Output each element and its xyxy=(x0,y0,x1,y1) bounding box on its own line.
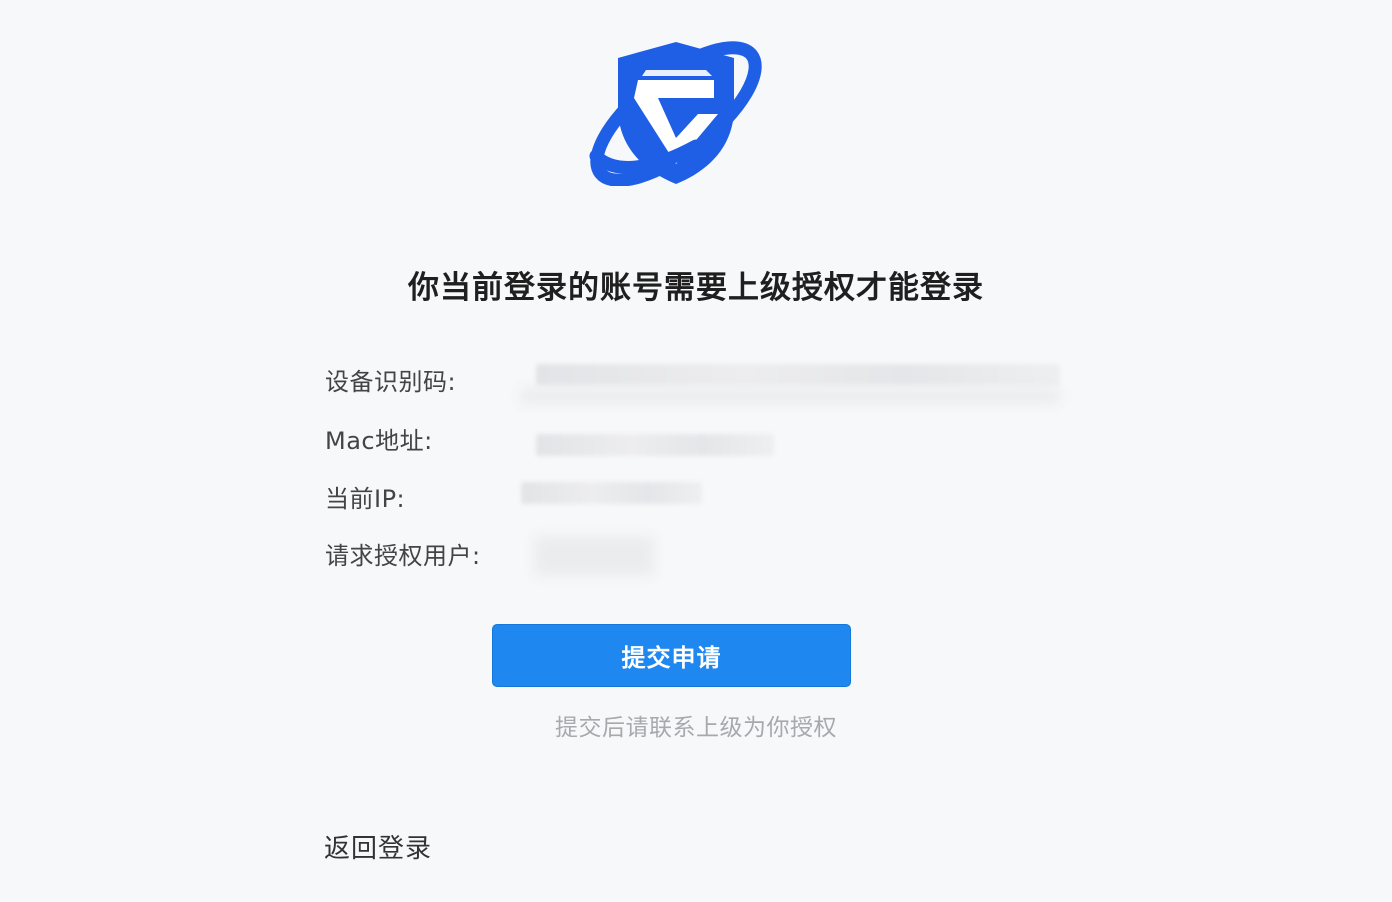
request-user-value xyxy=(534,536,654,576)
mac-address-row: Mac地址: xyxy=(325,421,433,455)
current-ip-label: 当前IP: xyxy=(325,484,406,513)
request-user-label: 请求授权用户: xyxy=(325,541,481,570)
submit-request-button[interactable]: 提交申请 xyxy=(492,624,851,687)
request-user-row: 请求授权用户: xyxy=(325,536,481,570)
auth-request-page: 你当前登录的账号需要上级授权才能登录 设备识别码: Mac地址: 当前IP: 请… xyxy=(0,0,1392,902)
submit-hint: 提交后请联系上级为你授权 xyxy=(555,715,837,741)
mac-address-value xyxy=(536,434,774,456)
current-ip-row: 当前IP: xyxy=(325,479,405,513)
back-to-login-link[interactable]: 返回登录 xyxy=(324,828,432,865)
device-id-value-shadow xyxy=(520,388,1060,404)
current-ip-value xyxy=(521,482,702,504)
device-id-row: 设备识别码: xyxy=(325,362,456,396)
page-title: 你当前登录的账号需要上级授权才能登录 xyxy=(408,270,984,306)
device-id-value xyxy=(536,364,1060,386)
device-id-label: 设备识别码: xyxy=(325,367,457,396)
mac-address-label: Mac地址: xyxy=(325,426,433,455)
shield-logo-icon xyxy=(589,41,762,186)
